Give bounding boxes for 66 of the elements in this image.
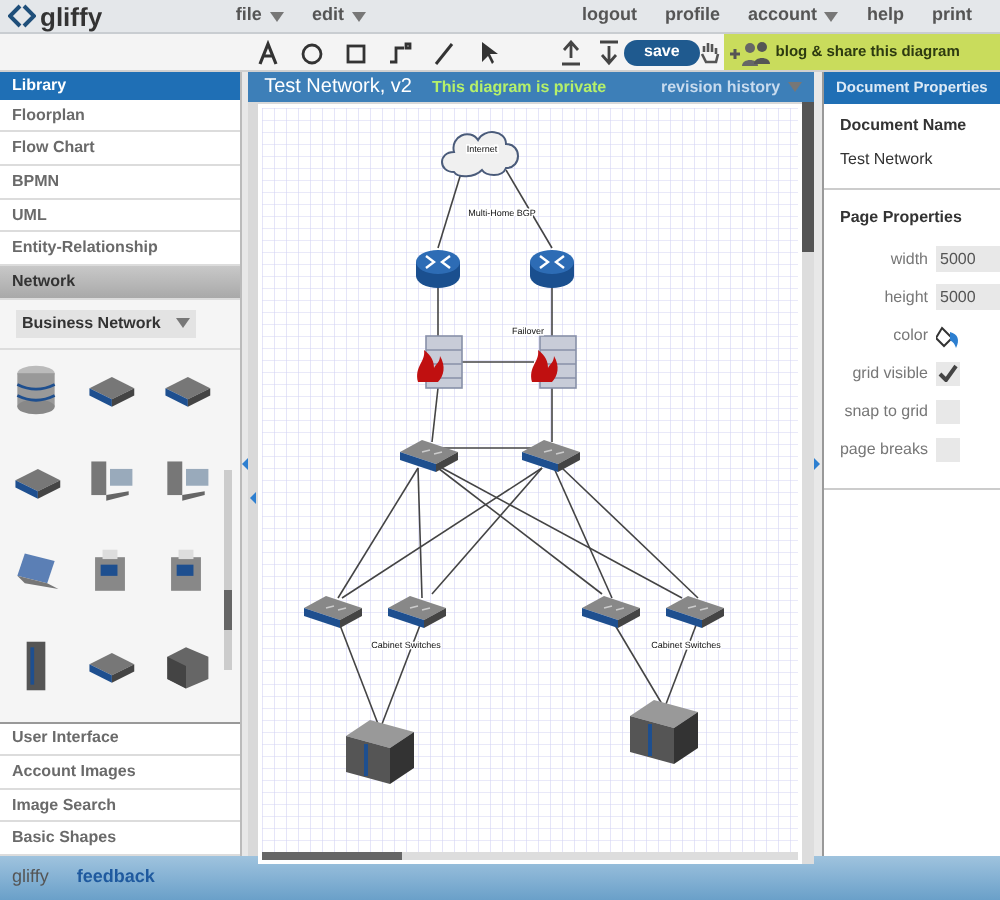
caret-icon (788, 82, 803, 92)
switch-icon (522, 440, 581, 472)
property-label: width (888, 247, 930, 271)
upload-icon[interactable] (560, 39, 582, 65)
property-label: grid visible (850, 361, 930, 385)
property-label: page breaks (837, 437, 930, 461)
download-icon[interactable] (598, 39, 620, 65)
caret-icon (269, 11, 284, 21)
add-people-icon[interactable] (727, 39, 772, 65)
server-icon (346, 720, 415, 784)
menu-item[interactable]: file (235, 2, 284, 30)
library-category[interactable]: Network (0, 265, 241, 300)
menu-item[interactable]: print (932, 2, 972, 30)
switch-icon (582, 596, 641, 628)
document-name-value: Test Network (840, 148, 935, 172)
paint-bucket-icon[interactable] (936, 321, 960, 349)
vertical-scrollbar[interactable] (802, 102, 815, 864)
connector-line (551, 387, 553, 443)
scrollbar[interactable] (224, 469, 232, 670)
property-input[interactable]: 5000 (936, 284, 1000, 310)
horizontal-scrollbar[interactable] (262, 852, 799, 860)
menu-item[interactable]: edit (311, 2, 366, 30)
switch-icon (304, 596, 363, 628)
menu-item[interactable]: logout (581, 2, 637, 30)
router-icon (416, 250, 461, 288)
property-label: color (891, 323, 930, 347)
document-name-label: Document Name (840, 114, 969, 138)
cloud-icon (441, 131, 520, 178)
firewall-icon (531, 335, 577, 389)
checkmark-icon (938, 364, 958, 382)
property-checkbox[interactable] (936, 361, 960, 385)
footer-brand: gliffy (12, 864, 49, 891)
menu-item[interactable]: profile (664, 2, 720, 30)
circle-icon[interactable] (300, 39, 324, 65)
save-button[interactable]: save (624, 39, 700, 65)
menu-item[interactable]: account (747, 2, 839, 30)
property-input[interactable]: 5000 (936, 246, 1000, 272)
caret-icon (351, 11, 366, 21)
firewall-icon (417, 335, 463, 389)
connector-line (457, 361, 535, 363)
line-icon[interactable] (432, 39, 456, 65)
revision-history-menu[interactable]: revision history (660, 75, 803, 99)
router-icon (530, 250, 575, 288)
text-tool-icon[interactable] (256, 39, 280, 65)
property-label: height (882, 285, 930, 309)
diagram-title: Test Network, v2 (264, 74, 412, 102)
logo-icon (8, 4, 36, 28)
feedback-link[interactable]: feedback (76, 864, 155, 892)
switch-icon (400, 440, 459, 472)
menu-item[interactable]: help (866, 2, 904, 30)
page-properties-heading: Page Properties (840, 206, 964, 230)
logo-text: gliffy (40, 3, 103, 29)
palette-dropdown[interactable]: Business Network (16, 309, 196, 338)
privacy-status: This diagram is private (431, 75, 607, 99)
connector-line (431, 387, 439, 443)
caret-icon (176, 318, 190, 329)
connector-icon[interactable] (388, 39, 412, 65)
library-header: Library (0, 72, 241, 100)
square-icon[interactable] (344, 39, 368, 65)
server-icon (630, 700, 699, 764)
pointer-icon[interactable] (476, 39, 500, 65)
caret-icon (824, 11, 839, 21)
switch-icon (388, 596, 447, 628)
hand-icon[interactable] (699, 40, 720, 64)
property-label: snap to grid (842, 399, 930, 423)
switch-icon (666, 596, 725, 628)
